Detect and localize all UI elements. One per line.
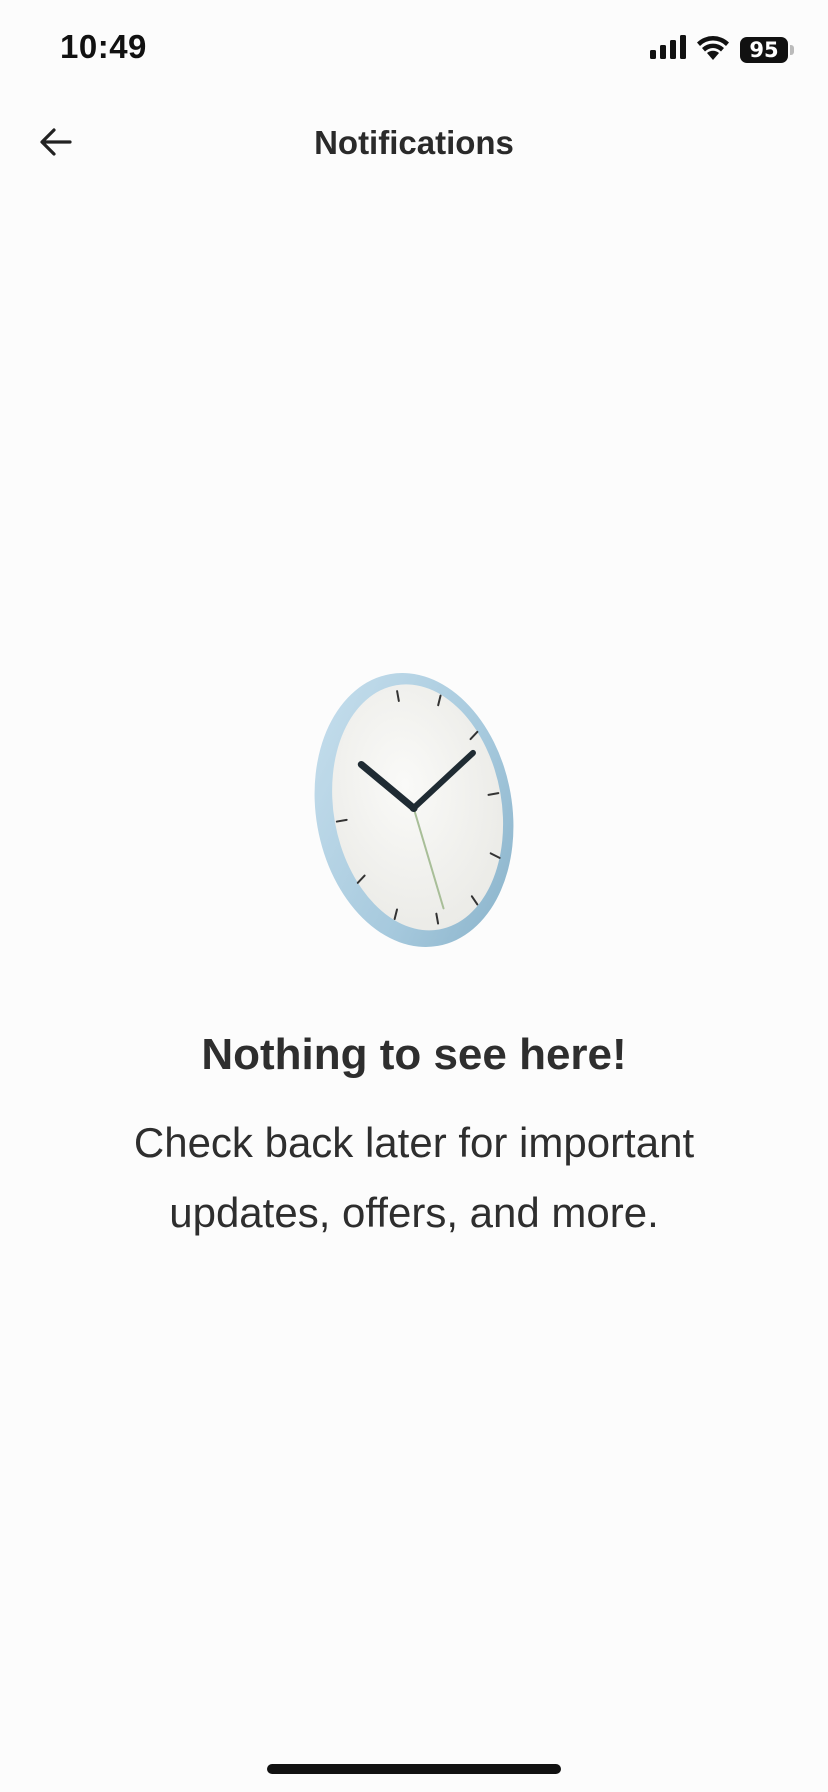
battery-icon: 95 (740, 36, 794, 63)
empty-state-message: Check back later for important updates, … (133, 1119, 695, 1236)
wall-clock-illustration (314, 673, 514, 947)
wifi-icon (696, 34, 730, 65)
empty-state-heading: Nothing to see here! (201, 1030, 627, 1079)
nav-bar: Notifications (0, 100, 828, 190)
empty-state: Nothing to see here! Check back later fo… (0, 660, 828, 1248)
battery-level: 95 (740, 36, 788, 63)
home-indicator[interactable] (267, 1764, 561, 1774)
page-title: Notifications (314, 124, 514, 161)
cellular-signal-icon (650, 35, 686, 64)
status-icons: 95 (650, 34, 794, 65)
status-time: 10:49 (60, 28, 147, 65)
status-bar: 10:49 95 (0, 0, 828, 100)
